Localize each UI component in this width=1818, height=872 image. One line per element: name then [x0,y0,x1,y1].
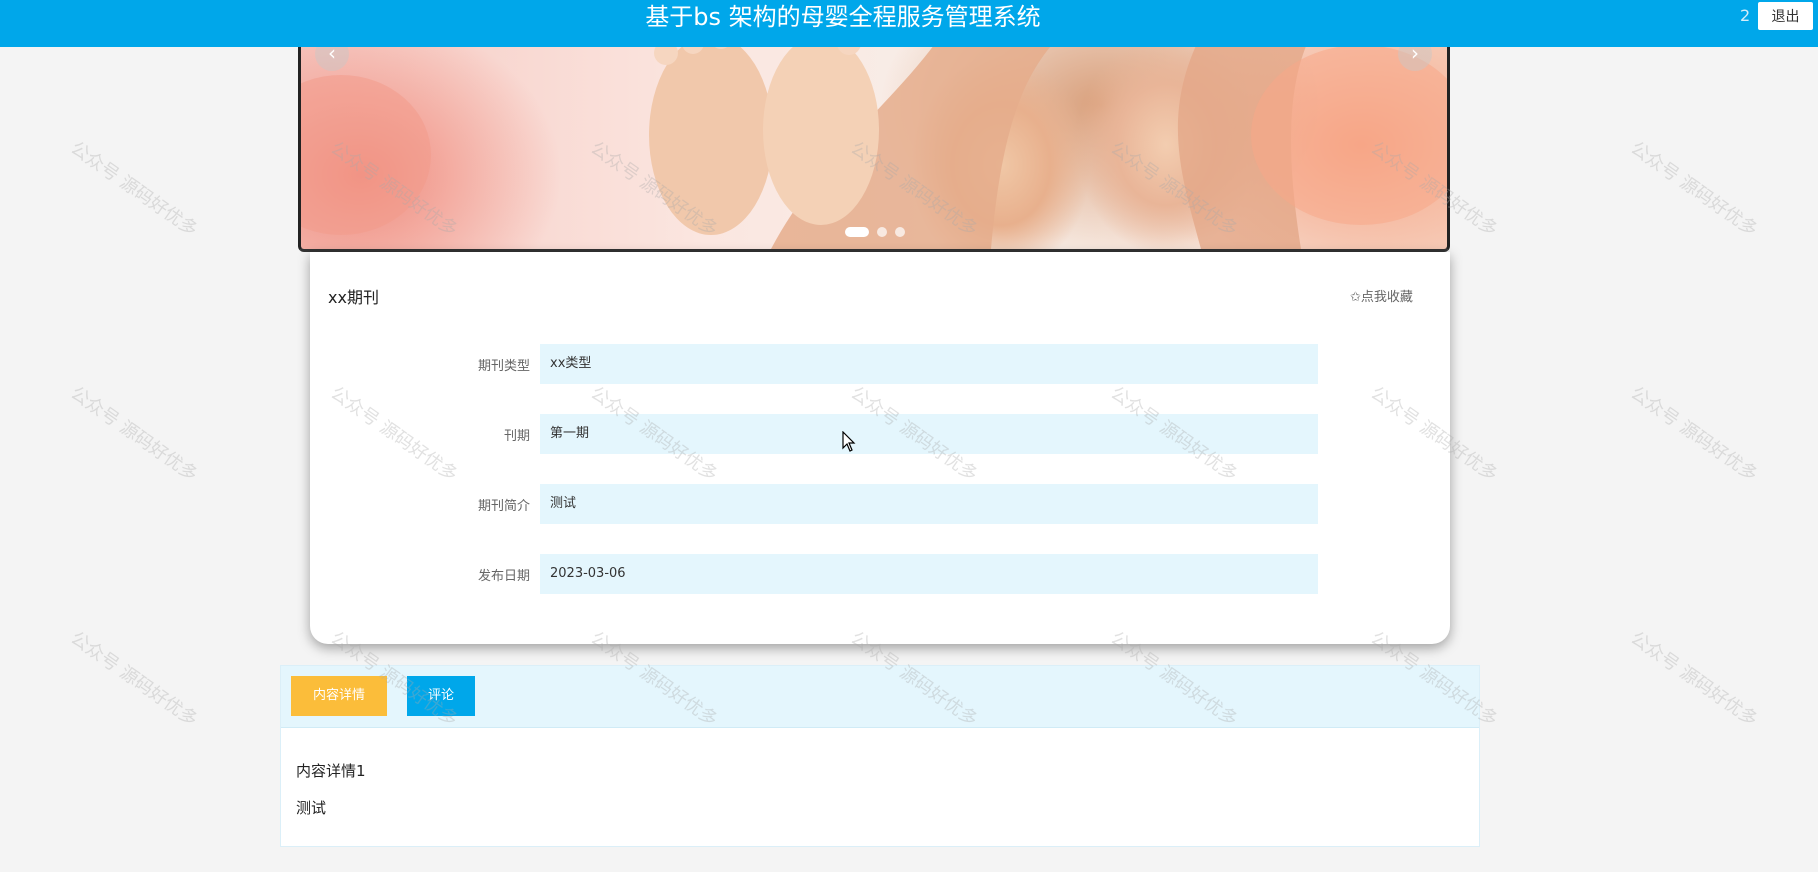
watermark-text: 公众号 源码好优多 [1626,137,1762,241]
detail-card: xx期刊 ✩点我收藏 期刊类型 xx类型 刊期 第一期 期刊简介 测试 发布日期… [310,252,1450,644]
field-value-issue: 第一期 [540,414,1318,454]
watermark-text: 公众号 源码好优多 [1626,627,1762,731]
watermark-text: 公众号 源码好优多 [66,382,202,486]
site-title: 基于bs 架构的母婴全程服务管理系统 [645,3,1041,31]
carousel-dot-2[interactable] [877,227,887,237]
carousel-dot-3[interactable] [895,227,905,237]
mouse-cursor-icon [842,431,856,452]
tabs-bar: 内容详情 评论 [281,666,1479,728]
tab-comments[interactable]: 评论 [407,676,475,716]
favorite-button[interactable]: ✩点我收藏 [1350,286,1413,305]
field-label-issue: 刊期 [503,429,530,444]
watermark-text: 公众号 源码好优多 [66,627,202,731]
tab-content-detail[interactable]: 内容详情 [291,676,387,716]
content-line-2: 测试 [296,799,327,817]
top-header-bar: 基于bs 架构的母婴全程服务管理系统 2 退出 [0,0,1818,47]
carousel-dot-1[interactable] [845,227,869,237]
logout-button[interactable]: 退出 [1758,2,1813,30]
field-value-type: xx类型 [540,344,1318,384]
banner-image [301,35,1447,249]
watermark-text: 公众号 源码好优多 [66,137,202,241]
content-line-1: 内容详情1 [296,762,366,780]
field-label-intro: 期刊简介 [477,499,530,514]
field-value-date: 2023-03-06 [540,554,1318,594]
tabs-panel: 内容详情 评论 内容详情1 测试 [280,665,1480,847]
field-label-type: 期刊类型 [477,359,530,374]
field-label-date: 发布日期 [477,569,530,584]
watermark-text: 公众号 源码好优多 [1626,382,1762,486]
carousel-indicators [845,227,905,237]
user-id-label: 2 [1740,6,1751,25]
field-value-intro: 测试 [540,484,1318,524]
banner-carousel: ‹ › [298,35,1450,252]
detail-title: xx期刊 [328,288,379,307]
